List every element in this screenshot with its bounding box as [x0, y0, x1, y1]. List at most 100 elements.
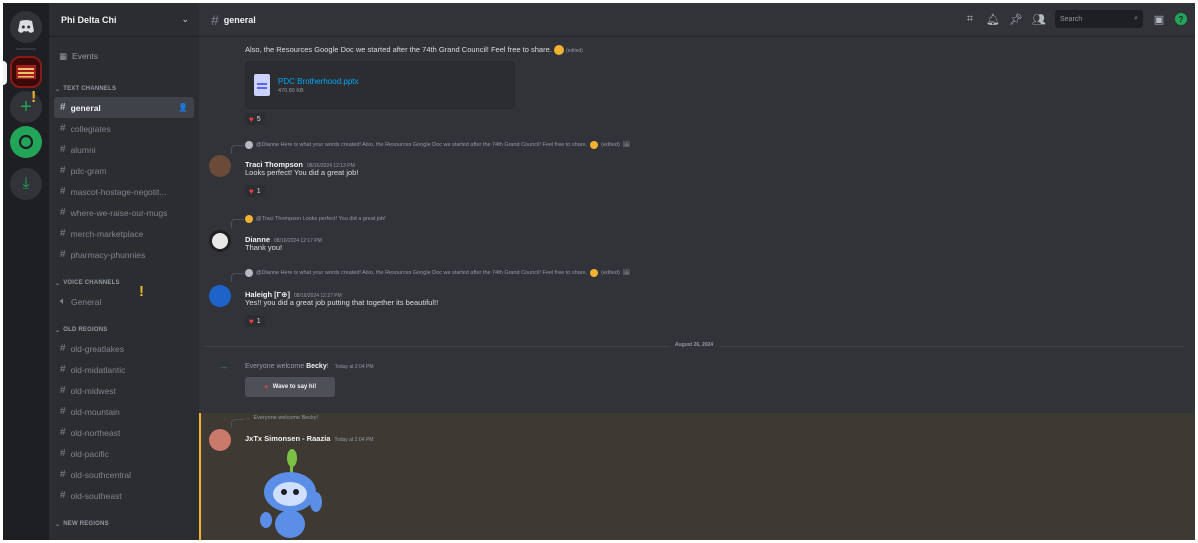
heart-icon: ♥: [249, 186, 254, 196]
calendar-icon: ▦: [59, 50, 68, 61]
add-member-icon[interactable]: 👤: [178, 103, 188, 112]
channel-label: pharmacy-phunnies: [70, 249, 146, 260]
message-header: JxTx Simonsen - Raazia Today at 2:04 PM: [245, 428, 373, 446]
channel-old-pacific[interactable]: # old-pacific: [54, 443, 194, 464]
reaction-heart[interactable]: ♥ 1: [245, 185, 265, 197]
wave-button-label: Wave to say hi!: [272, 384, 317, 390]
reply-preview[interactable]: @Dianne Here is what your words created!…: [231, 141, 630, 154]
channel-label: General: [71, 296, 102, 307]
channel-old-mountain[interactable]: # old-mountain: [54, 401, 194, 422]
smile-emoji-icon: [553, 45, 564, 56]
channel-label: alumni: [70, 144, 96, 155]
avatar[interactable]: [209, 155, 231, 177]
channel-label: pdc-gram: [70, 165, 107, 176]
file-attachment[interactable]: PDC Brotherhood.pptx 470.80 KB: [245, 61, 515, 109]
category-new-regions[interactable]: ⌄ NEW REGIONS: [49, 516, 199, 532]
channel-old-midwest[interactable]: # old-midwest: [54, 380, 194, 401]
discord-home-icon[interactable]: [10, 11, 42, 43]
channel-alumni[interactable]: # alumni: [54, 139, 194, 160]
server-rail: + ! ⤓: [3, 3, 49, 540]
author-name[interactable]: JxTx Simonsen - Raazia: [245, 434, 330, 443]
server-header[interactable]: Phi Delta Chi ⌄: [49, 3, 199, 37]
hash-icon: #: [60, 144, 66, 155]
attachment-name[interactable]: PDC Brotherhood.pptx: [278, 77, 359, 86]
category-label: TEXT CHANNELS: [63, 86, 117, 92]
avatar[interactable]: [209, 429, 231, 451]
alert-icon: !: [31, 89, 37, 106]
member-list-icon[interactable]: 👥︎: [1032, 13, 1046, 26]
category-text-channels[interactable]: ⌄ TEXT CHANNELS: [49, 81, 199, 97]
channel-label: old-northeast: [70, 427, 121, 438]
reply-preview[interactable]: → Everyone welcome Becky!: [231, 415, 318, 428]
reply-preview[interactable]: @Traci Thompson Looks perfect! You did a…: [231, 215, 386, 228]
channel-label: where-we-raise-our-mugs: [70, 207, 168, 218]
channel-label: old-southcentral: [70, 469, 132, 480]
channel-label: old-mountain: [70, 406, 120, 417]
search-placeholder: Search: [1060, 15, 1083, 23]
avatar[interactable]: [209, 230, 231, 252]
header-toolbar: ⌗ 🔔︎ 📌︎ 👥︎ Search ⌕ ▣ ?: [963, 10, 1187, 28]
add-server-icon[interactable]: +: [10, 91, 42, 123]
channel-old-southeast[interactable]: # old-southeast: [54, 485, 194, 506]
reaction-count: 5: [256, 115, 261, 123]
channel-old-midatlantic[interactable]: # old-midatlantic: [54, 359, 194, 380]
channel-collegiates[interactable]: # collegiates: [54, 118, 194, 139]
pin-icon[interactable]: 📌︎: [1009, 13, 1023, 26]
reaction-count: 1: [256, 317, 261, 325]
channel-merch-marketplace[interactable]: # merch-marketplace: [54, 223, 194, 244]
search-input[interactable]: Search ⌕: [1055, 10, 1143, 28]
joined-user-name[interactable]: Becky: [306, 363, 327, 370]
chevron-down-icon: ⌄: [55, 327, 61, 334]
hash-icon: #: [60, 123, 66, 134]
channel-label: old-southeast: [70, 490, 122, 501]
channel-pdc-gram[interactable]: # pdc-gram: [54, 160, 194, 181]
download-apps-icon[interactable]: ⤓: [10, 168, 42, 200]
channel-old-northeast[interactable]: # old-northeast: [54, 422, 194, 443]
message-list: Also, the Resources Google Doc we starte…: [199, 37, 1195, 540]
channel-label: old-midatlantic: [70, 364, 126, 375]
events-item[interactable]: ▦ Events: [49, 45, 199, 67]
system-message: Everyone welcome Becky! Today at 2:04 PM: [245, 363, 374, 370]
channel-mascot-hostage[interactable]: # mascot-hostage-negotit...: [54, 181, 194, 202]
reaction-heart[interactable]: ♥ 1: [245, 315, 265, 327]
help-icon[interactable]: ?: [1175, 13, 1187, 25]
reply-preview[interactable]: @Dianne Here is what your words created!…: [231, 269, 630, 282]
hash-icon: #: [211, 11, 219, 28]
hash-icon: #: [60, 448, 66, 459]
avatar: [245, 215, 253, 223]
discord-window: + ! ⤓ Phi Delta Chi ⌄ ▦ Events ⌄ TEXT CH…: [3, 3, 1195, 540]
reaction-heart[interactable]: ♥ 5: [245, 113, 265, 125]
wave-button[interactable]: ✦ Wave to say hi!: [245, 377, 335, 397]
hash-icon: #: [60, 406, 66, 417]
channel-title: general: [223, 14, 256, 25]
server-phi-delta-chi-icon[interactable]: [10, 56, 42, 88]
search-icon: ⌕: [1134, 15, 1138, 22]
channel-old-greatlakes[interactable]: # old-greatlakes: [54, 338, 194, 359]
join-arrow-icon: →: [245, 415, 251, 421]
channel-general[interactable]: # general 👤: [54, 97, 194, 118]
channel-label: collegiates: [70, 123, 111, 134]
bell-icon[interactable]: 🔔︎: [986, 13, 1000, 26]
channel-old-southcentral[interactable]: # old-southcentral: [54, 464, 194, 485]
channel-label: old-greatlakes: [70, 343, 124, 354]
channel-header: # general ⌗ 🔔︎ 📌︎ 👥︎ Search ⌕ ▣ ?: [199, 3, 1195, 37]
voice-channel-general[interactable]: 🔈︎ General: [54, 291, 194, 312]
avatar[interactable]: [209, 285, 231, 307]
smile-emoji-icon: [590, 141, 599, 149]
category-label: NEW REGIONS: [63, 521, 109, 527]
category-old-regions[interactable]: ⌄ OLD REGIONS: [49, 322, 199, 338]
channel-label: mascot-hostage-negotit...: [70, 186, 167, 197]
hash-icon: #: [60, 207, 66, 218]
inbox-icon[interactable]: ▣: [1152, 13, 1166, 26]
channel-where-we-raise-our-mugs[interactable]: # where-we-raise-our-mugs: [54, 202, 194, 223]
reply-text: @Traci Thompson Looks perfect! You did a…: [256, 216, 386, 222]
category-label: VOICE CHANNELS: [63, 280, 120, 286]
timestamp: Today at 2:04 PM: [334, 437, 374, 443]
category-voice-channels[interactable]: ⌄ VOICE CHANNELS: [49, 275, 199, 291]
message-text: Looks perfect! You did a great job!: [245, 168, 359, 177]
chevron-down-icon: ⌄: [55, 521, 61, 528]
threads-icon[interactable]: ⌗: [963, 13, 977, 26]
join-arrow-icon: →: [219, 361, 228, 371]
channel-pharmacy-phunnies[interactable]: # pharmacy-phunnies: [54, 244, 194, 265]
explore-servers-icon[interactable]: [10, 126, 42, 158]
